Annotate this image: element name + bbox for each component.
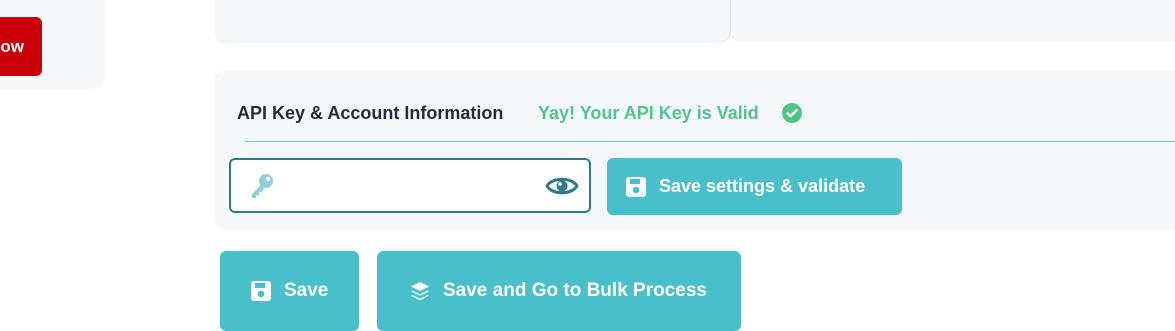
section-divider — [245, 141, 1175, 142]
floppy-disk-icon — [626, 176, 646, 197]
left-panel-action-button[interactable]: ow — [0, 17, 42, 76]
top-settings-card — [214, 0, 731, 42]
api-section-title: API Key & Account Information — [237, 103, 504, 123]
save-validate-label: Save settings & validate — [659, 176, 866, 196]
layers-icon — [411, 282, 429, 301]
api-key-field[interactable] — [229, 158, 591, 213]
eye-icon[interactable] — [545, 173, 579, 199]
left-panel-action-label: ow — [0, 36, 24, 56]
check-circle-icon — [782, 103, 802, 123]
save-bulk-process-label: Save and Go to Bulk Process — [443, 280, 707, 301]
api-key-input[interactable] — [287, 170, 541, 203]
save-validate-button[interactable]: Save settings & validate — [607, 158, 902, 215]
save-bulk-process-button[interactable]: Save and Go to Bulk Process — [377, 251, 741, 331]
top-settings-card-right — [732, 0, 1175, 41]
api-key-status: Yay! Your API Key is Valid — [538, 103, 759, 123]
save-button[interactable]: Save — [220, 251, 359, 331]
save-label: Save — [284, 280, 329, 301]
floppy-disk-icon — [251, 281, 271, 301]
key-icon — [252, 174, 273, 198]
